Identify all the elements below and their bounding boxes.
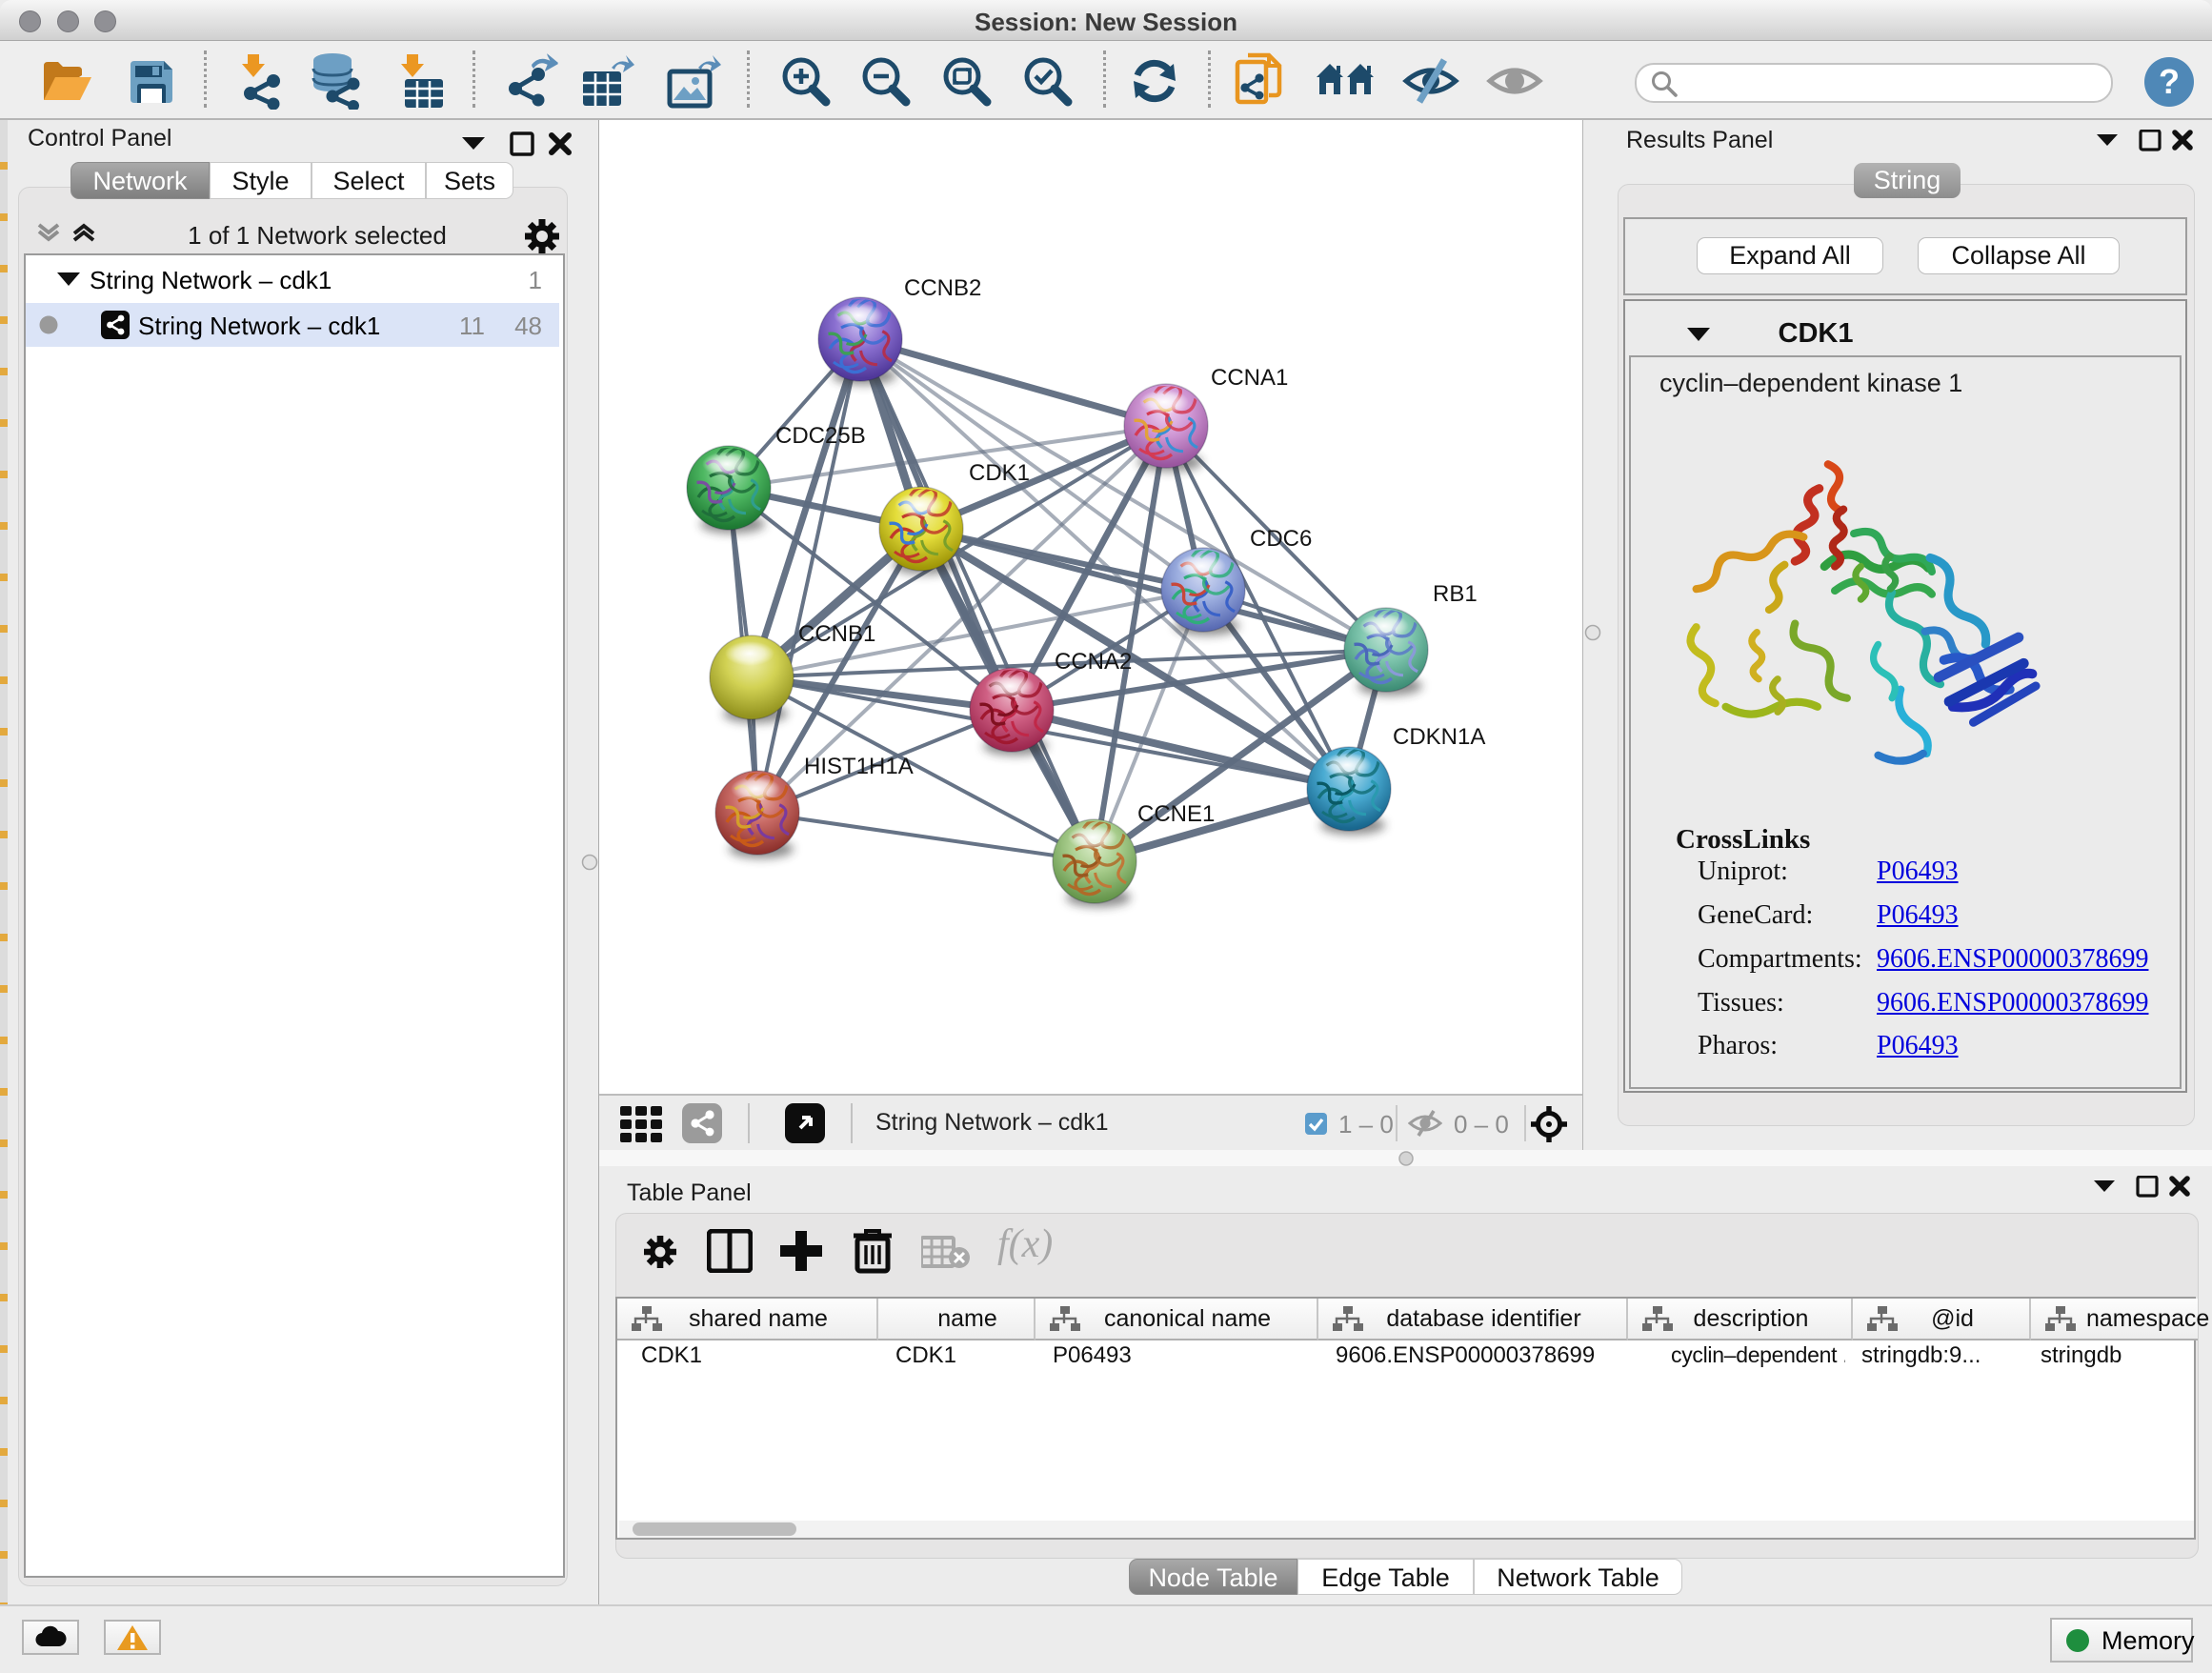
svg-text:HIST1H1A: HIST1H1A [804, 754, 914, 779]
svg-text:CCNE1: CCNE1 [1137, 801, 1215, 827]
svg-text:?: ? [2159, 62, 2180, 101]
svg-text:CCNB2: CCNB2 [904, 275, 981, 301]
svg-text:CDC6: CDC6 [1250, 526, 1312, 552]
svg-text:CCNA1: CCNA1 [1211, 365, 1288, 391]
svg-text:RB1: RB1 [1433, 581, 1478, 607]
svg-text:CCNA2: CCNA2 [1055, 649, 1132, 675]
svg-text:CCNB1: CCNB1 [798, 621, 875, 647]
svg-text:CDK1: CDK1 [969, 460, 1030, 486]
svg-text:CDKN1A: CDKN1A [1393, 724, 1485, 750]
svg-text:CDC25B: CDC25B [775, 423, 866, 449]
